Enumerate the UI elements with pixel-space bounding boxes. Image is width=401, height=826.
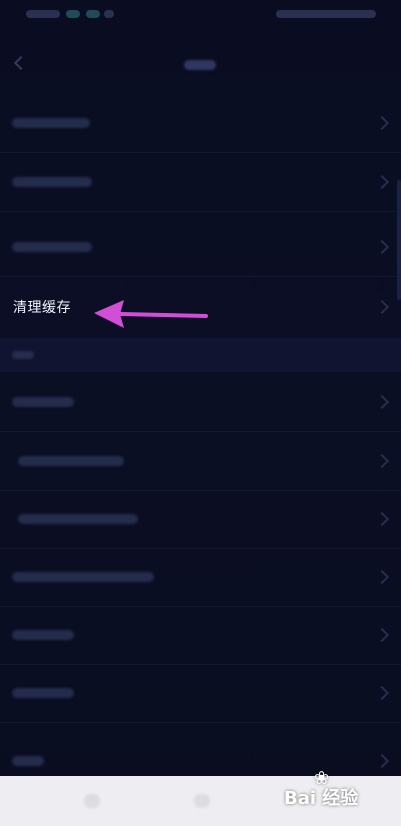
settings-row[interactable] (0, 153, 401, 211)
settings-row[interactable] (0, 606, 401, 664)
row-label-blur (12, 572, 154, 582)
chevron-right-icon (374, 239, 390, 255)
divider (0, 722, 401, 723)
watermark-text: Bai 经验 (284, 788, 359, 809)
divider (0, 211, 401, 212)
settings-row[interactable] (0, 490, 401, 548)
settings-row[interactable] (0, 548, 401, 606)
chevron-right-icon (374, 394, 390, 410)
nav-back-icon[interactable] (84, 794, 100, 808)
pointer-arrow-icon (94, 300, 208, 328)
nav-home-icon[interactable] (194, 794, 210, 808)
row-label-blur (12, 242, 92, 252)
section-label-blur (12, 351, 34, 359)
status-icon-blur (104, 10, 114, 18)
header (0, 28, 401, 98)
watermark-logo: ❀ Bai 经验 (284, 768, 399, 809)
row-label-blur (18, 514, 138, 524)
scrollbar[interactable] (397, 180, 401, 300)
status-icon-blur (86, 10, 100, 18)
row-label-blur (12, 756, 44, 766)
page-title (184, 60, 216, 70)
chevron-right-icon (374, 569, 390, 585)
status-time-blur (26, 10, 60, 18)
settings-row[interactable] (0, 373, 401, 431)
settings-row[interactable] (0, 94, 401, 152)
chevron-right-icon (374, 299, 390, 315)
chevron-right-icon (374, 627, 390, 643)
status-icon-blur (66, 10, 80, 18)
row-label-blur (18, 456, 124, 466)
row-label-blur (12, 118, 90, 128)
chevron-right-icon (374, 685, 390, 701)
row-label-blur (12, 177, 92, 187)
divider (0, 276, 401, 277)
settings-row[interactable] (0, 664, 401, 722)
clear-cache-label: 清理缓存 (13, 300, 71, 316)
status-right-blur (276, 10, 376, 18)
row-label-blur (12, 630, 74, 640)
chevron-right-icon (374, 174, 390, 190)
settings-row[interactable] (0, 218, 401, 276)
row-label-blur (12, 688, 74, 698)
settings-row[interactable] (0, 432, 401, 490)
chevron-right-icon (374, 511, 390, 527)
status-bar (0, 0, 401, 28)
row-label-blur (12, 397, 74, 407)
chevron-right-icon (374, 453, 390, 469)
settings-screen: 清理缓存 ❀ Bai 经验 (0, 0, 401, 826)
chevron-right-icon (374, 753, 390, 769)
back-arrow-icon[interactable] (12, 56, 26, 70)
section-header (0, 338, 401, 372)
chevron-right-icon (374, 115, 390, 131)
